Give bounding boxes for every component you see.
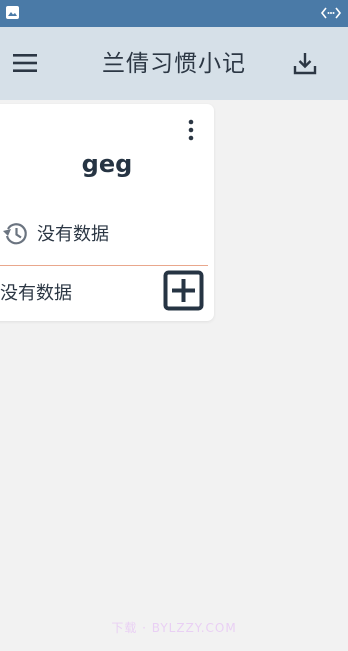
status-bar: [0, 0, 348, 27]
history-row: 没有数据: [0, 216, 109, 250]
download-icon[interactable]: [290, 48, 320, 78]
code-icon: [320, 7, 342, 19]
more-vert-icon[interactable]: [184, 118, 198, 144]
card-title: geg: [81, 150, 133, 178]
bottom-text: 没有数据: [0, 283, 72, 304]
watermark: 下载 · BYLZZY.COM: [111, 621, 237, 635]
history-icon: [3, 222, 27, 244]
app-title: 兰倩习惯小记: [102, 51, 246, 77]
add-box-icon[interactable]: [163, 270, 204, 311]
history-text: 没有数据: [37, 224, 109, 245]
gallery-icon: [6, 6, 19, 19]
app-bar: 兰倩习惯小记: [0, 27, 348, 100]
habit-card[interactable]: geg 没有数据 没有数据: [0, 104, 214, 321]
menu-icon[interactable]: [9, 49, 41, 77]
divider: [0, 265, 208, 266]
